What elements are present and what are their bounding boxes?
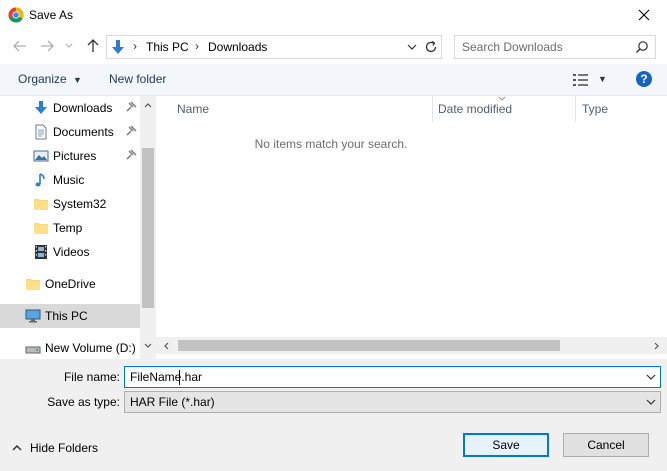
close-icon bbox=[638, 9, 650, 21]
arrow-right-icon bbox=[41, 40, 54, 52]
sidebar-item-onedrive[interactable]: OneDrive bbox=[0, 272, 140, 296]
folder-icon bbox=[34, 199, 48, 210]
filename-value: FileName.har bbox=[130, 370, 203, 384]
scroll-thumb[interactable] bbox=[178, 340, 560, 351]
chrome-icon bbox=[8, 7, 24, 23]
sidebar-item-label: Downloads bbox=[53, 101, 113, 115]
sidebar-item-music[interactable]: Music bbox=[0, 168, 140, 192]
search-placeholder: Search Downloads bbox=[462, 40, 563, 54]
breadcrumb-downloads[interactable]: Downloads bbox=[208, 40, 267, 54]
search-icon bbox=[636, 41, 648, 53]
pin-icon bbox=[126, 125, 137, 136]
folder-icon bbox=[34, 223, 48, 234]
column-header-label: Type bbox=[582, 102, 609, 116]
column-header-type[interactable]: Type bbox=[576, 96, 667, 122]
drive-icon bbox=[25, 346, 41, 354]
pin-icon bbox=[126, 149, 137, 160]
command-bar: Organize ▼ New folder ▼ ? bbox=[0, 64, 667, 96]
column-header-label: Name bbox=[177, 102, 210, 116]
sidebar-item-label: Videos bbox=[53, 245, 90, 259]
pin-icon bbox=[126, 101, 137, 112]
sidebar-item-system32[interactable]: System32 bbox=[0, 192, 140, 216]
back-button[interactable] bbox=[12, 38, 28, 54]
save-as-type-label: Save as type: bbox=[47, 395, 120, 409]
chevron-down-icon[interactable] bbox=[405, 40, 419, 54]
sidebar-item-temp[interactable]: Temp bbox=[0, 216, 140, 240]
document-icon bbox=[35, 124, 47, 140]
chevron-right-icon: › bbox=[133, 39, 137, 53]
sidebar-item-label: New Volume (D:) bbox=[45, 341, 136, 355]
text-caret bbox=[179, 370, 180, 385]
filename-label: File name: bbox=[63, 370, 120, 384]
download-arrow-icon bbox=[35, 101, 47, 114]
chevron-up-icon bbox=[12, 444, 22, 451]
sidebar-item-label: System32 bbox=[53, 197, 107, 211]
navigation-row: › This PC › Downloads Search Downloads bbox=[0, 33, 667, 61]
save-form: File name: FileName.har Save as type: HA… bbox=[0, 359, 667, 471]
new-folder-button[interactable]: New folder bbox=[109, 72, 166, 86]
caret-down-icon: ▼ bbox=[73, 75, 82, 85]
refresh-icon[interactable] bbox=[423, 39, 439, 55]
sidebar-item-new-volume[interactable]: New Volume (D:) bbox=[0, 336, 140, 359]
sidebar-item-label: Music bbox=[53, 173, 85, 187]
organize-label: Organize bbox=[18, 72, 67, 86]
scroll-up-icon[interactable] bbox=[140, 98, 156, 112]
computer-icon bbox=[25, 309, 41, 323]
chevron-down-icon bbox=[646, 399, 656, 405]
recent-locations-button[interactable] bbox=[64, 38, 74, 54]
sidebar-item-label: OneDrive bbox=[45, 277, 96, 291]
sidebar-item-videos[interactable]: Videos bbox=[0, 240, 140, 264]
sidebar-item-this-pc[interactable]: This PC bbox=[0, 304, 140, 328]
up-button[interactable] bbox=[85, 38, 101, 54]
chevron-down-icon bbox=[65, 43, 73, 48]
sidebar-item-label: Pictures bbox=[53, 149, 97, 163]
column-header-date-modified[interactable]: Date modified bbox=[433, 96, 576, 122]
chevron-down-icon[interactable] bbox=[646, 372, 656, 382]
hide-folders-label: Hide Folders bbox=[30, 441, 99, 455]
filename-field[interactable]: FileName.har bbox=[124, 366, 661, 388]
scroll-down-icon[interactable] bbox=[140, 339, 156, 353]
sidebar-item-documents[interactable]: Documents bbox=[0, 120, 140, 144]
cancel-button[interactable]: Cancel bbox=[563, 433, 649, 457]
scroll-thumb[interactable] bbox=[142, 148, 154, 308]
sidebar-item-label: This PC bbox=[45, 309, 88, 323]
address-bar[interactable]: › This PC › Downloads bbox=[106, 35, 442, 59]
scroll-right-icon[interactable] bbox=[649, 339, 665, 353]
download-arrow-icon bbox=[112, 40, 124, 54]
sidebar-item-label: Documents bbox=[53, 125, 114, 139]
empty-message: No items match your search. bbox=[254, 137, 408, 151]
navigation-pane: Downloads Documents Pictures Music Syste… bbox=[0, 96, 156, 359]
music-note-icon bbox=[35, 173, 45, 187]
help-icon[interactable]: ? bbox=[636, 71, 652, 87]
chevron-right-icon: › bbox=[195, 39, 199, 53]
caret-down-icon: ▼ bbox=[598, 74, 607, 84]
sidebar-item-downloads[interactable]: Downloads bbox=[0, 96, 140, 120]
breadcrumb-this-pc[interactable]: This PC bbox=[146, 40, 189, 54]
sidebar-item-label: Temp bbox=[53, 221, 83, 235]
organize-button[interactable]: Organize ▼ bbox=[18, 72, 82, 86]
title-bar: Save As bbox=[0, 0, 667, 30]
film-icon bbox=[35, 245, 47, 259]
change-view-button[interactable]: ▼ bbox=[572, 72, 608, 88]
pictures-icon bbox=[33, 150, 49, 162]
search-input[interactable]: Search Downloads bbox=[454, 35, 656, 59]
forward-button[interactable] bbox=[39, 38, 55, 54]
arrow-left-icon bbox=[13, 40, 26, 52]
arrow-up-icon bbox=[87, 39, 99, 52]
close-button[interactable] bbox=[621, 0, 667, 30]
sort-chevron-icon bbox=[498, 96, 506, 101]
folder-icon bbox=[26, 279, 40, 290]
details-view-icon bbox=[573, 74, 588, 86]
column-header-label: Date modified bbox=[438, 102, 513, 116]
save-as-type-select[interactable]: HAR File (*.har) bbox=[124, 391, 661, 413]
save-as-type-value: HAR File (*.har) bbox=[130, 395, 215, 409]
horizontal-scrollbar[interactable] bbox=[156, 337, 667, 354]
save-button[interactable]: Save bbox=[463, 433, 549, 457]
scroll-left-icon[interactable] bbox=[158, 339, 174, 353]
sidebar-item-pictures[interactable]: Pictures bbox=[0, 144, 140, 168]
window-title: Save As bbox=[29, 8, 74, 22]
file-list: Name Date modified Type No items match y… bbox=[156, 96, 667, 359]
column-header-name[interactable]: Name bbox=[156, 96, 433, 122]
